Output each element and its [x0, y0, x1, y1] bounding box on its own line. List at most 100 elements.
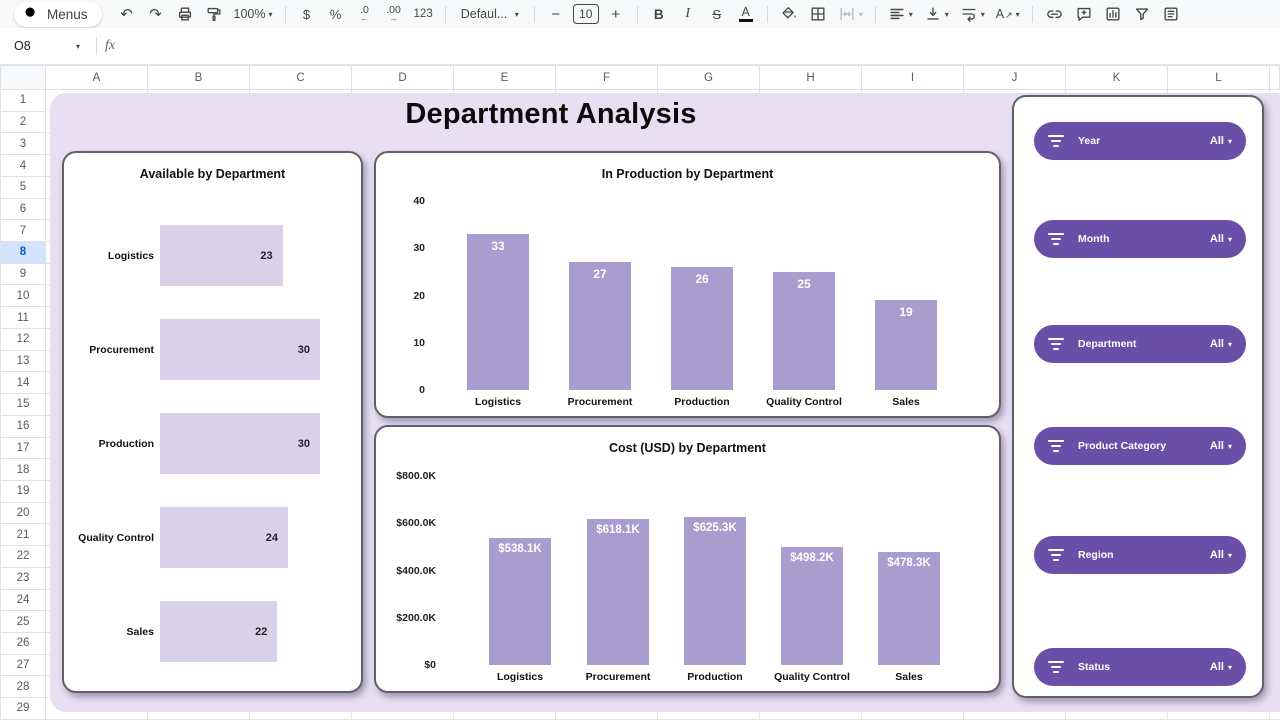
- chart-cost-by-department[interactable]: Cost (USD) by Department $800.0K$600.0K$…: [374, 425, 1001, 693]
- column-header-h[interactable]: H: [760, 65, 862, 90]
- redo-button[interactable]: ↷: [144, 2, 168, 26]
- bar-quality-control: 25: [773, 272, 835, 390]
- column-header-b[interactable]: B: [148, 65, 250, 90]
- column-header-c[interactable]: C: [250, 65, 352, 90]
- row-header-4[interactable]: 4: [0, 155, 46, 177]
- row-header-3[interactable]: 3: [0, 133, 46, 155]
- row-header-13[interactable]: 13: [0, 351, 46, 373]
- font-size-input[interactable]: 10: [573, 4, 599, 24]
- font-family-select[interactable]: Defaul... ▾: [455, 2, 525, 26]
- decrease-decimal-button[interactable]: .0 ←: [353, 2, 377, 26]
- insert-comment-button[interactable]: [1072, 2, 1096, 26]
- row-header-10[interactable]: 10: [0, 285, 46, 307]
- row-header-16[interactable]: 16: [0, 416, 46, 438]
- vertical-align-button[interactable]: ▾: [921, 2, 952, 26]
- column-header-j[interactable]: J: [964, 65, 1066, 90]
- name-box[interactable]: O8 ▾: [0, 39, 88, 53]
- filter-funnel-icon: [1133, 5, 1151, 23]
- row-header-2[interactable]: 2: [0, 112, 46, 134]
- create-filter-button[interactable]: [1130, 2, 1154, 26]
- row-header-17[interactable]: 17: [0, 438, 46, 460]
- row-header-6[interactable]: 6: [0, 199, 46, 221]
- toolbar: Menus ↶ ↷ 100% ▾ $ % .0 ← .00 → 123 Defa…: [0, 0, 1280, 28]
- fill-color-button[interactable]: [777, 2, 801, 26]
- text-color-button[interactable]: A: [734, 2, 758, 26]
- increase-font-size-button[interactable]: +: [604, 2, 628, 26]
- insert-chart-button[interactable]: [1101, 2, 1125, 26]
- column-header-d[interactable]: D: [352, 65, 454, 90]
- row-header-22[interactable]: 22: [0, 546, 46, 568]
- column-header-k[interactable]: K: [1066, 65, 1168, 90]
- row-header-5[interactable]: 5: [0, 177, 46, 199]
- row-header-27[interactable]: 27: [0, 655, 46, 677]
- functions-button[interactable]: [1159, 2, 1183, 26]
- chevron-down-icon: ▾: [1228, 663, 1232, 672]
- row-header-29[interactable]: 29: [0, 698, 46, 720]
- more-formats-button[interactable]: 123: [411, 2, 436, 26]
- zoom-select[interactable]: 100% ▾: [231, 2, 276, 26]
- row-header-9[interactable]: 9: [0, 264, 46, 286]
- row-header-19[interactable]: 19: [0, 481, 46, 503]
- select-all-corner[interactable]: [0, 65, 46, 90]
- italic-button[interactable]: I: [676, 2, 700, 26]
- column-header-a[interactable]: A: [46, 65, 148, 90]
- chevron-down-icon: ▾: [76, 42, 80, 51]
- increase-decimal-button[interactable]: .00 →: [382, 2, 406, 26]
- row-header-1[interactable]: 1: [0, 90, 46, 112]
- decrease-font-size-button[interactable]: −: [544, 2, 568, 26]
- undo-button[interactable]: ↶: [115, 2, 139, 26]
- chart-available-by-department[interactable]: Available by Department Logistics23Procu…: [62, 151, 363, 693]
- bar-value-label: $625.3K: [693, 522, 736, 665]
- bar-category-label: Quality Control: [64, 507, 154, 568]
- column-header-f[interactable]: F: [556, 65, 658, 90]
- slicer-status[interactable]: StatusAll▾: [1034, 648, 1246, 686]
- row-header-25[interactable]: 25: [0, 611, 46, 633]
- strikethrough-button[interactable]: S: [705, 2, 729, 26]
- column-header-e[interactable]: E: [454, 65, 556, 90]
- text-rotation-button[interactable]: A ↗ ▾: [993, 2, 1023, 26]
- currency-format-button[interactable]: $: [295, 2, 319, 26]
- paint-format-button[interactable]: [202, 2, 226, 26]
- horizontal-align-button[interactable]: ▾: [885, 2, 916, 26]
- paint-roller-icon: [205, 5, 223, 23]
- row-header-24[interactable]: 24: [0, 590, 46, 612]
- column-header-l[interactable]: L: [1168, 65, 1270, 90]
- slicer-year[interactable]: YearAll▾: [1034, 122, 1246, 160]
- merge-cells-button[interactable]: ▾: [835, 2, 866, 26]
- bar-value-label: 24: [266, 532, 288, 544]
- row-header-28[interactable]: 28: [0, 676, 46, 698]
- bar-procurement: $618.1K: [587, 519, 649, 665]
- slicer-region[interactable]: RegionAll▾: [1034, 536, 1246, 574]
- bold-button[interactable]: B: [647, 2, 671, 26]
- slicer-panel: YearAll▾ MonthAll▾ DepartmentAll▾ Product C…: [1012, 95, 1264, 698]
- filter-lines-icon: [1047, 233, 1065, 246]
- print-button[interactable]: [173, 2, 197, 26]
- row-header-18[interactable]: 18: [0, 459, 46, 481]
- row-header-12[interactable]: 12: [0, 329, 46, 351]
- text-wrap-button[interactable]: ▾: [957, 2, 988, 26]
- chevron-down-icon: ▾: [945, 10, 949, 19]
- row-header-20[interactable]: 20: [0, 503, 46, 525]
- chart-in-production-by-department[interactable]: In Production by Department 40302010033L…: [374, 151, 1001, 418]
- row-header-14[interactable]: 14: [0, 372, 46, 394]
- slicer-department[interactable]: DepartmentAll▾: [1034, 325, 1246, 363]
- row-header-7[interactable]: 7: [0, 220, 46, 242]
- menus-button[interactable]: Menus: [14, 2, 102, 27]
- percent-format-button[interactable]: %: [324, 2, 348, 26]
- column-header-partial[interactable]: [1270, 65, 1280, 90]
- slicer-product-category[interactable]: Product CategoryAll▾: [1034, 427, 1246, 465]
- column-header-i[interactable]: I: [862, 65, 964, 90]
- row-header-11[interactable]: 11: [0, 307, 46, 329]
- slicer-month[interactable]: MonthAll▾: [1034, 220, 1246, 258]
- filter-lines-icon: [1047, 440, 1065, 453]
- row-header-15[interactable]: 15: [0, 394, 46, 416]
- row-header-21[interactable]: 21: [0, 524, 46, 546]
- row-header-26[interactable]: 26: [0, 633, 46, 655]
- borders-button[interactable]: [806, 2, 830, 26]
- insert-link-button[interactable]: [1042, 2, 1067, 26]
- arrow-left-icon: ←: [361, 15, 369, 23]
- bar-category-label: Logistics: [64, 225, 154, 286]
- row-header-23[interactable]: 23: [0, 568, 46, 590]
- row-header-8[interactable]: 8: [0, 242, 46, 264]
- column-header-g[interactable]: G: [658, 65, 760, 90]
